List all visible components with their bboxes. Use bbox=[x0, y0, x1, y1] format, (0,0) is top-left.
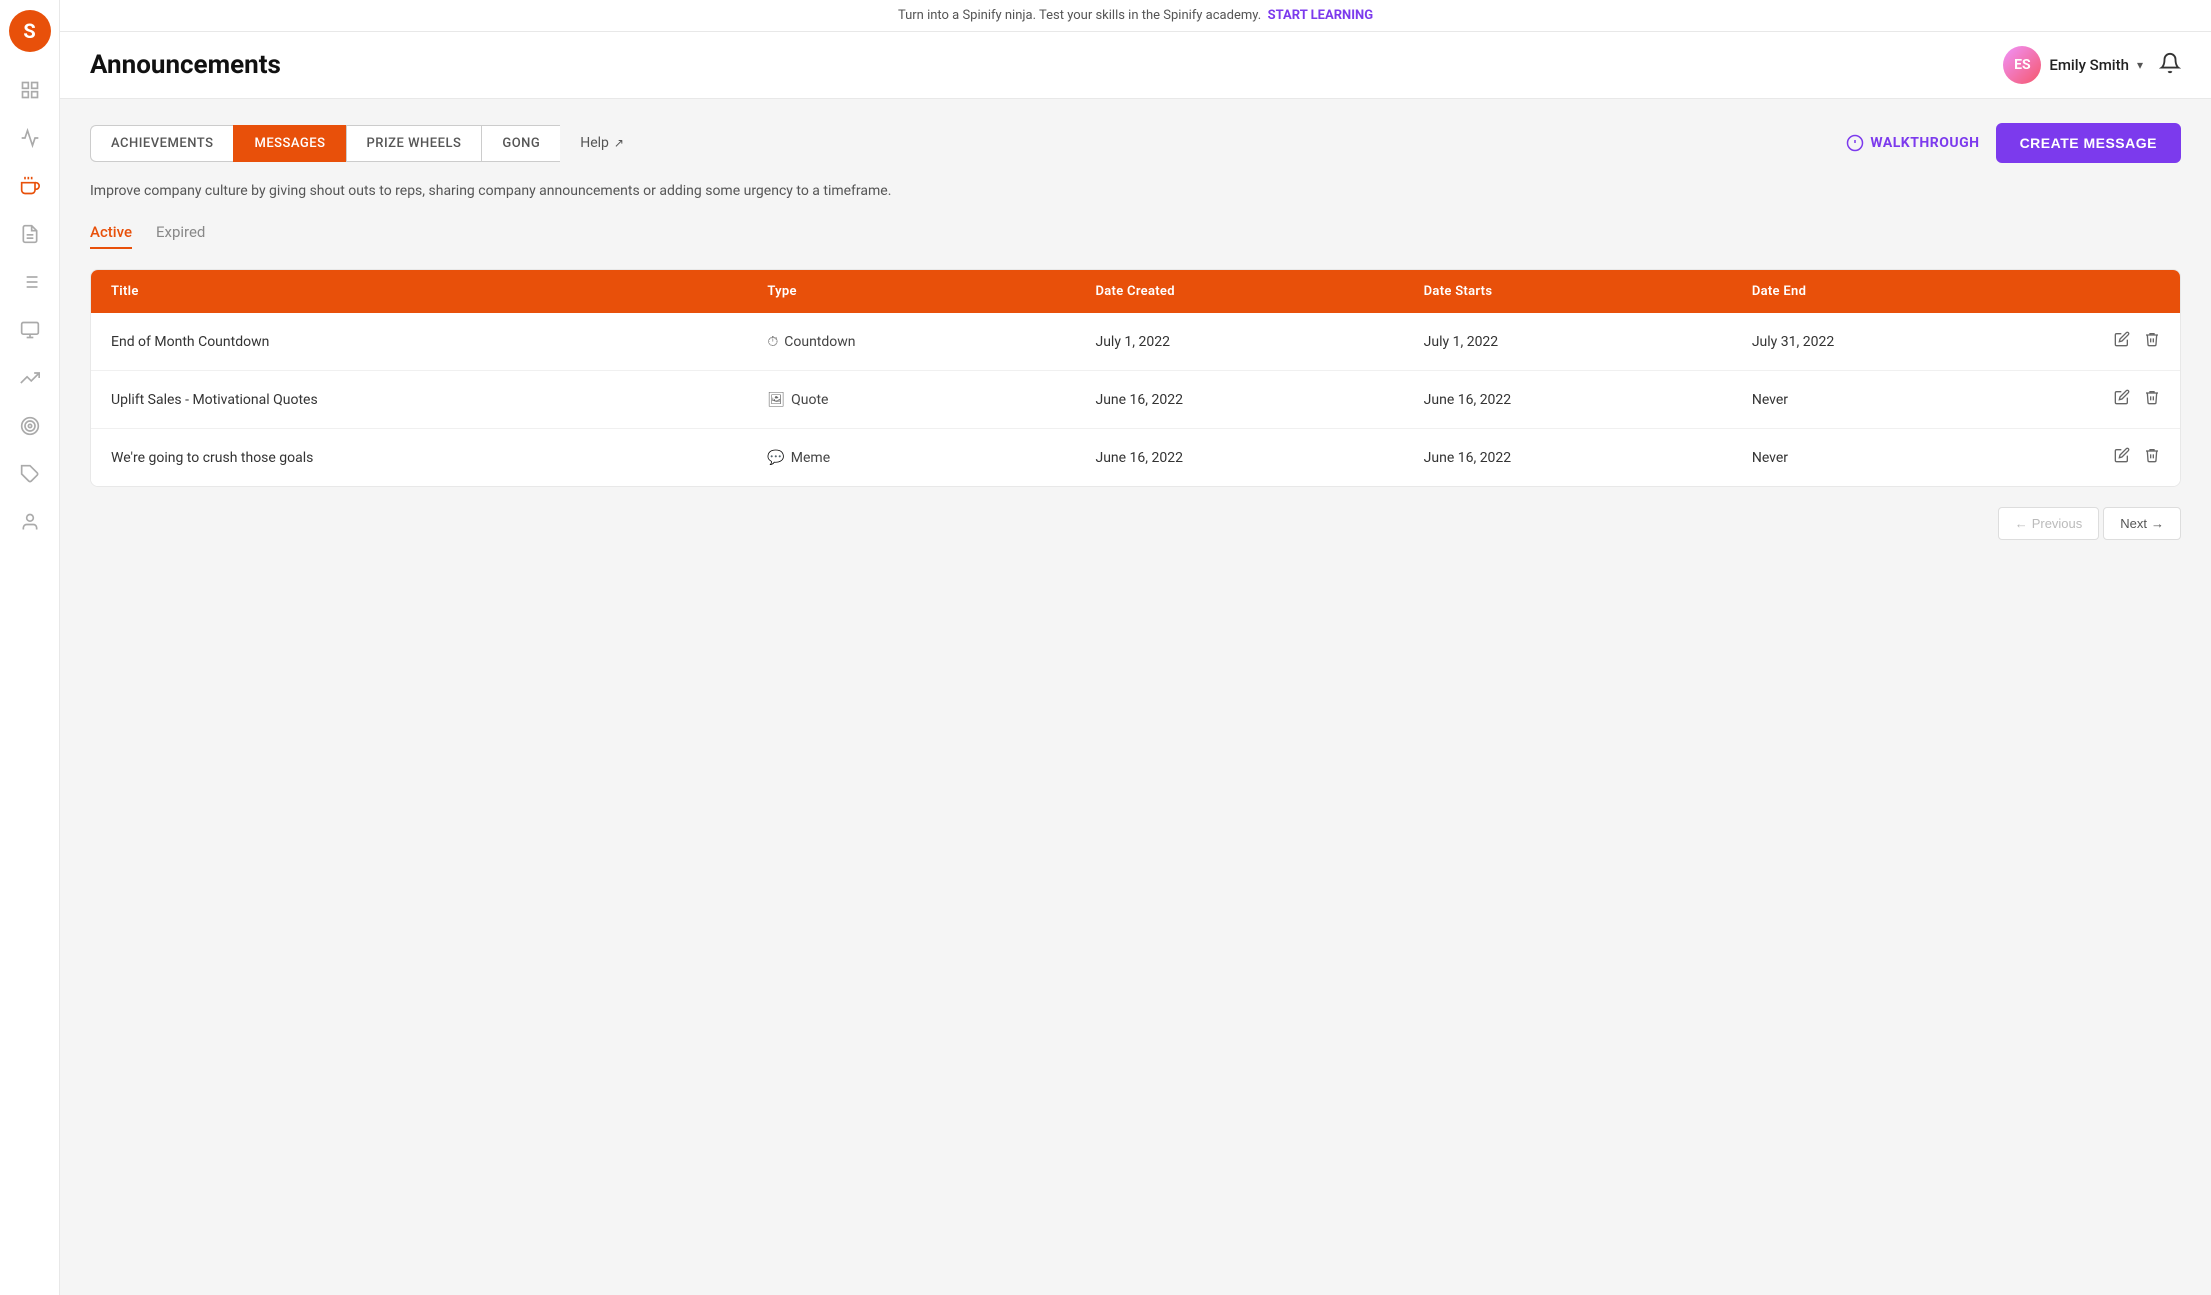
chevron-down-icon: ▾ bbox=[2137, 58, 2143, 72]
page-content: ACHIEVEMENTS MESSAGES PRIZE WHEELS GONG … bbox=[60, 99, 2211, 1295]
dashboard-icon[interactable] bbox=[10, 70, 50, 110]
tabs-bar: ACHIEVEMENTS MESSAGES PRIZE WHEELS GONG … bbox=[90, 123, 2181, 163]
row-date-starts: July 1, 2022 bbox=[1424, 334, 1752, 350]
user-name: Emily Smith bbox=[2049, 56, 2129, 74]
trending-icon[interactable] bbox=[10, 358, 50, 398]
page-description: Improve company culture by giving shout … bbox=[90, 183, 2181, 199]
delete-button[interactable] bbox=[2144, 331, 2160, 352]
nav-tabs: ACHIEVEMENTS MESSAGES PRIZE WHEELS GONG … bbox=[90, 125, 624, 162]
col-title: Title bbox=[111, 284, 767, 299]
delete-button[interactable] bbox=[2144, 447, 2160, 468]
help-label: Help bbox=[580, 135, 609, 151]
filter-tabs: Active Expired bbox=[90, 223, 2181, 249]
table-row: End of Month Countdown ⏱ Countdown July … bbox=[91, 313, 2180, 371]
avatar: ES bbox=[2003, 46, 2041, 84]
row-title: End of Month Countdown bbox=[111, 334, 767, 350]
row-title: We're going to crush those goals bbox=[111, 450, 767, 466]
row-actions bbox=[2080, 331, 2160, 352]
external-link-icon: ↗ bbox=[614, 136, 624, 150]
row-type: ⏱ Countdown bbox=[767, 334, 1095, 350]
row-date-starts: June 16, 2022 bbox=[1424, 450, 1752, 466]
app-logo[interactable]: S bbox=[9, 10, 51, 52]
edit-button[interactable] bbox=[2114, 331, 2130, 352]
action-buttons: WALKTHROUGH CREATE MESSAGE bbox=[1846, 123, 2181, 163]
row-actions bbox=[2080, 389, 2160, 410]
chevron-left-icon: ← bbox=[2015, 516, 2028, 531]
col-type: Type bbox=[767, 284, 1095, 299]
row-date-starts: June 16, 2022 bbox=[1424, 392, 1752, 408]
tab-gong[interactable]: GONG bbox=[481, 125, 560, 162]
tab-messages[interactable]: MESSAGES bbox=[233, 125, 345, 162]
gauge-icon[interactable] bbox=[10, 118, 50, 158]
notifications-bell-icon[interactable] bbox=[2159, 52, 2181, 79]
next-button[interactable]: Next → bbox=[2103, 507, 2181, 540]
table-row: Uplift Sales - Motivational Quotes 🖼 Quo… bbox=[91, 371, 2180, 429]
row-type: 🖼 Quote bbox=[767, 392, 1095, 408]
report-icon[interactable] bbox=[10, 214, 50, 254]
col-date-end: Date End bbox=[1752, 284, 2080, 299]
user-icon[interactable] bbox=[10, 502, 50, 542]
row-date-created: June 16, 2022 bbox=[1095, 450, 1423, 466]
puzzle-icon[interactable] bbox=[10, 454, 50, 494]
row-date-created: June 16, 2022 bbox=[1095, 392, 1423, 408]
tab-prize-wheels[interactable]: PRIZE WHEELS bbox=[346, 125, 482, 162]
sidebar: S bbox=[0, 0, 60, 1295]
row-title: Uplift Sales - Motivational Quotes bbox=[111, 392, 767, 408]
header-right: ES Emily Smith ▾ bbox=[2003, 46, 2181, 84]
tab-achievements[interactable]: ACHIEVEMENTS bbox=[90, 125, 233, 162]
table-row: We're going to crush those goals 💬 Meme … bbox=[91, 429, 2180, 486]
banner-text: Turn into a Spinify ninja. Test your ski… bbox=[898, 8, 1261, 23]
main-content: Turn into a Spinify ninja. Test your ski… bbox=[60, 0, 2211, 1295]
create-message-button[interactable]: CREATE MESSAGE bbox=[1996, 123, 2181, 163]
edit-button[interactable] bbox=[2114, 389, 2130, 410]
edit-button[interactable] bbox=[2114, 447, 2130, 468]
page-header: Announcements ES Emily Smith ▾ bbox=[60, 32, 2211, 99]
row-date-end: Never bbox=[1752, 392, 2080, 408]
filter-tab-expired[interactable]: Expired bbox=[156, 223, 205, 249]
col-date-created: Date Created bbox=[1095, 284, 1423, 299]
walkthrough-button[interactable]: WALKTHROUGH bbox=[1846, 134, 1979, 152]
top-banner: Turn into a Spinify ninja. Test your ski… bbox=[60, 0, 2211, 32]
delete-button[interactable] bbox=[2144, 389, 2160, 410]
row-type: 💬 Meme bbox=[767, 450, 1095, 466]
chevron-right-icon: → bbox=[2151, 516, 2164, 531]
countdown-icon: ⏱ bbox=[767, 334, 778, 350]
megaphone-icon[interactable] bbox=[10, 166, 50, 206]
row-date-end: Never bbox=[1752, 450, 2080, 466]
messages-table: Title Type Date Created Date Starts Date… bbox=[90, 269, 2181, 487]
col-date-starts: Date Starts bbox=[1424, 284, 1752, 299]
page-title: Announcements bbox=[90, 50, 281, 80]
target-icon[interactable] bbox=[10, 406, 50, 446]
meme-icon: 💬 bbox=[767, 450, 784, 466]
list-icon[interactable] bbox=[10, 262, 50, 302]
banner-cta[interactable]: START LEARNING bbox=[1268, 8, 1373, 23]
row-date-created: July 1, 2022 bbox=[1095, 334, 1423, 350]
row-actions bbox=[2080, 447, 2160, 468]
pagination: ← Previous Next → bbox=[90, 507, 2181, 540]
quote-icon: 🖼 bbox=[767, 392, 785, 408]
walkthrough-label: WALKTHROUGH bbox=[1870, 135, 1979, 151]
help-link[interactable]: Help ↗ bbox=[580, 135, 624, 151]
table-header: Title Type Date Created Date Starts Date… bbox=[91, 270, 2180, 313]
previous-button[interactable]: ← Previous bbox=[1998, 507, 2100, 540]
filter-tab-active[interactable]: Active bbox=[90, 223, 132, 249]
row-date-end: July 31, 2022 bbox=[1752, 334, 2080, 350]
user-menu[interactable]: ES Emily Smith ▾ bbox=[2003, 46, 2143, 84]
monitor-icon[interactable] bbox=[10, 310, 50, 350]
col-actions bbox=[2080, 284, 2160, 299]
